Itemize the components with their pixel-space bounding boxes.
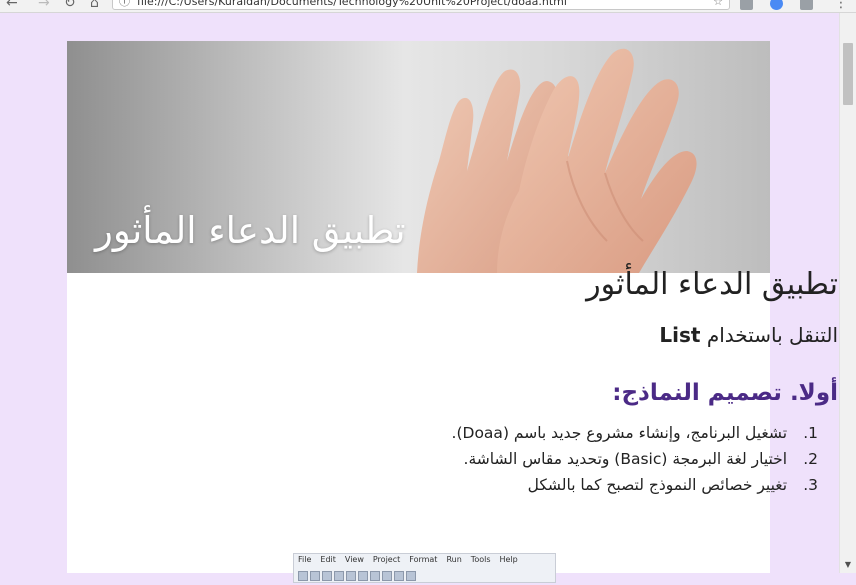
step-text: تغيير خصائص النموذج لتصبح كما بالشكل	[527, 476, 788, 494]
page-title: تطبيق الدعاء المأثور	[586, 267, 838, 302]
ide-menu-format: Format	[409, 555, 438, 564]
ide-menu-project: Project	[372, 555, 401, 564]
home-icon[interactable]: ⌂	[90, 0, 99, 10]
list-item: 2. اختيار لغة البرمجة (Basic) وتحديد مقا…	[298, 446, 818, 472]
list-item: 1. تشغيل البرنامج، وإنشاء مشروع جديد باس…	[298, 420, 818, 446]
back-icon[interactable]: ←	[6, 0, 18, 10]
ide-toolbar	[294, 566, 555, 581]
ide-menu-file: File	[298, 555, 312, 564]
extension-icon-2[interactable]	[800, 0, 813, 10]
address-text: file:///C:/Users/Kuraidah/Documents/Tech…	[137, 0, 567, 8]
ide-screenshot-image: File Edit View Project Format Run Tools Help	[293, 553, 556, 583]
hero-title: تطبيق الدعاء المأثور	[95, 209, 406, 252]
ide-menu-bar: File Edit View Project Format Run Tools Help	[294, 554, 555, 566]
ide-menu-edit: Edit	[320, 555, 336, 564]
extension-icon[interactable]	[740, 0, 753, 10]
menu-dots-icon[interactable]: ⋮	[834, 0, 848, 10]
ide-menu-view: View	[344, 555, 364, 564]
reload-icon[interactable]: ↻	[64, 0, 76, 10]
subtitle-text: التنقل باستخدام	[700, 323, 838, 347]
browser-toolbar: ← → ↻ ⌂ ⓘ file:///C:/Users/Kuraidah/Docu…	[0, 0, 856, 13]
step-text: تشغيل البرنامج، وإنشاء مشروع جديد باسم (…	[451, 424, 788, 442]
scroll-down-arrow-icon[interactable]: ▼	[840, 557, 856, 573]
section-heading: أولا. تصميم النماذج:	[612, 380, 838, 406]
account-icon[interactable]	[770, 0, 783, 10]
step-number: 2.	[803, 450, 818, 468]
address-bar[interactable]: ⓘ file:///C:/Users/Kuraidah/Documents/Te…	[112, 0, 730, 10]
vertical-scrollbar[interactable]: ▲ ▼	[839, 13, 856, 573]
ide-menu-tools: Tools	[470, 555, 491, 564]
steps-list: 1. تشغيل البرنامج، وإنشاء مشروع جديد باس…	[298, 420, 818, 498]
forward-icon[interactable]: →	[38, 0, 50, 10]
hero-banner: تطبيق الدعاء المأثور	[67, 41, 770, 273]
subtitle: التنقل باستخدام List	[659, 323, 838, 347]
ide-menu-run: Run	[446, 555, 462, 564]
info-icon[interactable]: ⓘ	[119, 0, 130, 9]
ide-menu-help: Help	[499, 555, 518, 564]
step-text: اختيار لغة البرمجة (Basic) وتحديد مقاس ا…	[463, 450, 788, 468]
step-number: 1.	[803, 424, 818, 442]
list-item: 3. تغيير خصائص النموذج لتصبح كما بالشكل	[298, 472, 818, 498]
bookmark-star-icon[interactable]: ☆	[713, 0, 723, 9]
scrollbar-thumb[interactable]	[843, 43, 853, 105]
subtitle-keyword: List	[659, 323, 701, 347]
step-number: 3.	[803, 476, 818, 494]
